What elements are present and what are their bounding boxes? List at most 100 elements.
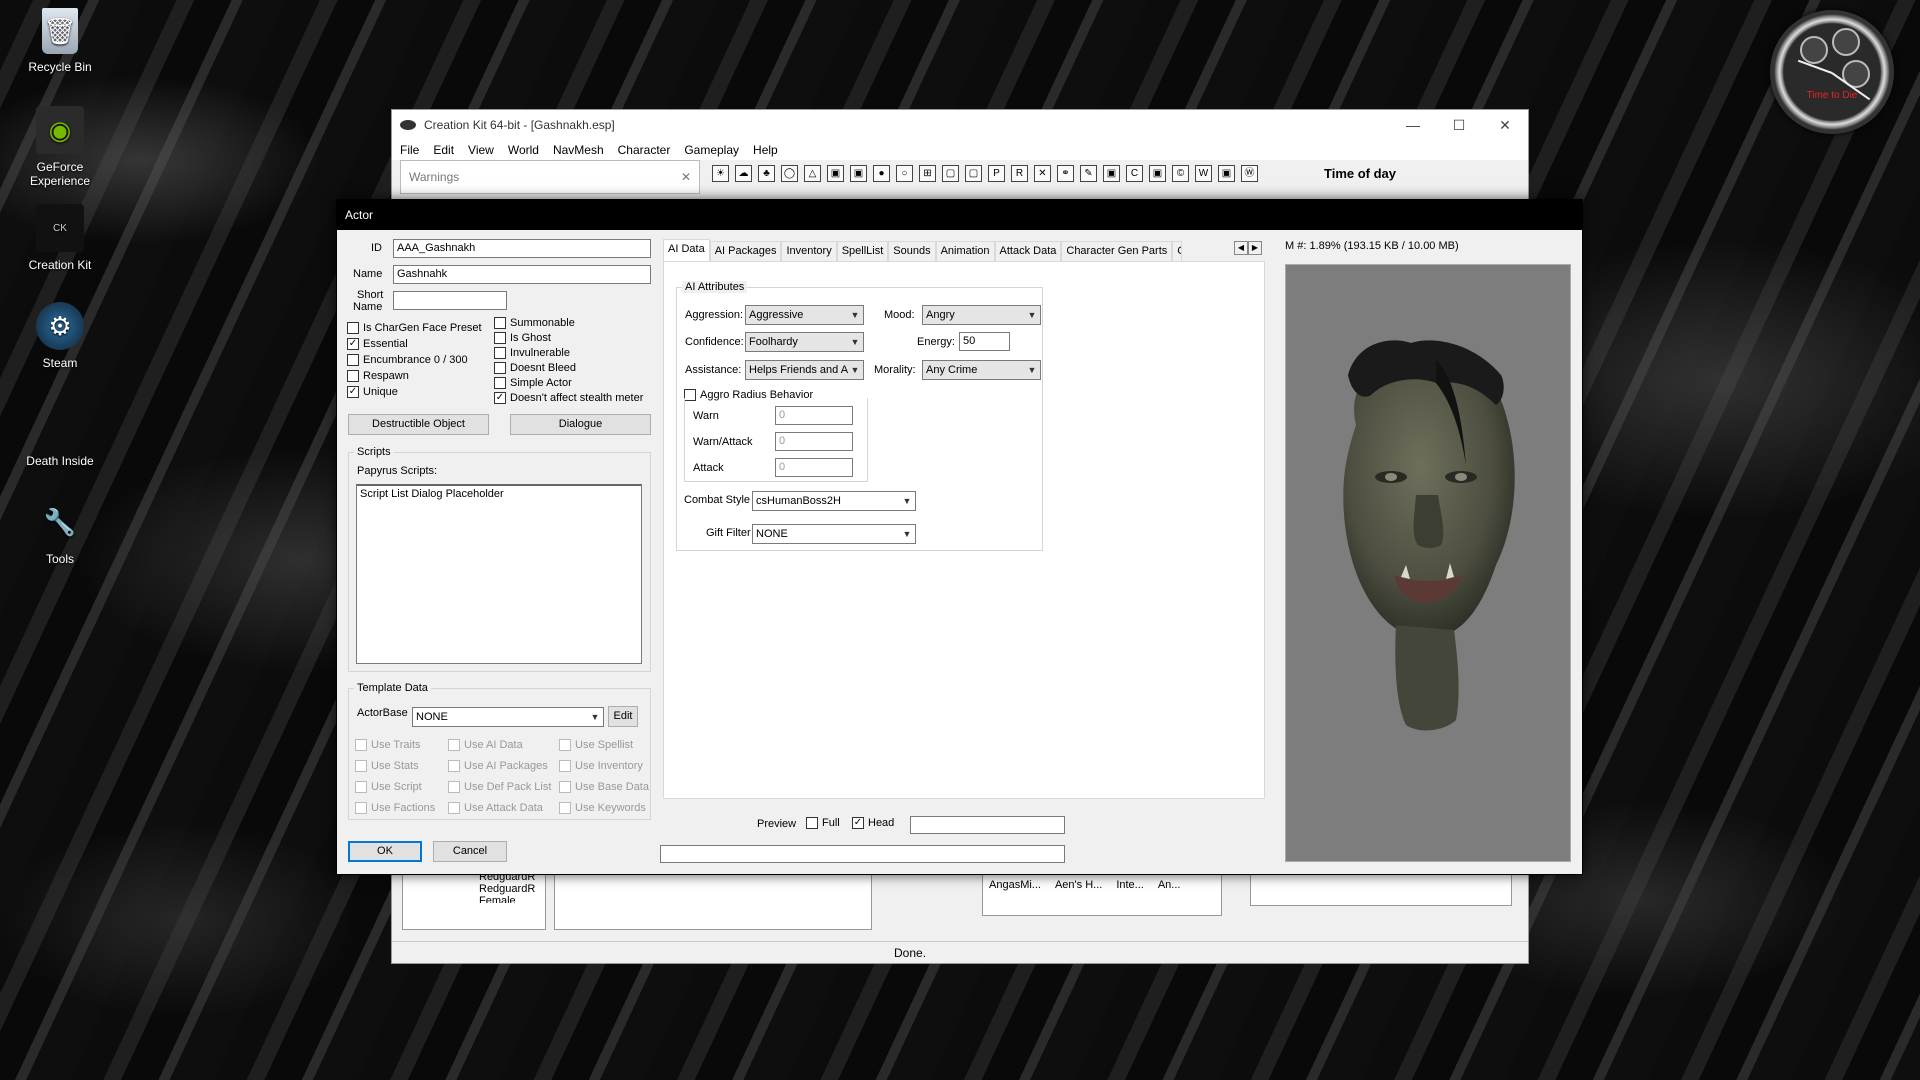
toolbar-c-icon[interactable]: © — [1172, 164, 1189, 182]
toolbar-sky-icon[interactable]: ☁ — [735, 164, 752, 182]
essential-checkbox[interactable]: ✓ Essential — [347, 338, 408, 350]
desktop-icon-geforce[interactable]: ◉ GeForce Experience — [10, 106, 110, 188]
script-list[interactable]: Script List Dialog Placeholder — [356, 484, 642, 664]
desktop-icon-tools[interactable]: 🔧 Tools — [10, 498, 110, 567]
use-inventory-checkbox[interactable]: Use Inventory — [559, 760, 643, 772]
toolbar-x-icon[interactable]: ✕ — [1034, 164, 1051, 182]
name-field[interactable]: Gashnahk — [393, 265, 651, 284]
morality-dropdown[interactable]: Any Crime ▼ — [922, 360, 1041, 380]
is-ghost-checkbox[interactable]: Is Ghost — [494, 332, 551, 344]
preview-slider-track[interactable] — [660, 845, 1065, 863]
list-column-header[interactable]: An... — [1158, 879, 1181, 907]
tab-scroll-right-button[interactable]: ▶ — [1248, 241, 1262, 255]
use-attack-data-checkbox[interactable]: Use Attack Data — [448, 802, 543, 814]
menu-help[interactable]: Help — [753, 143, 778, 157]
toolbar-grid-icon[interactable]: ⊞ — [919, 164, 936, 182]
tab-spelllist[interactable]: SpellList — [836, 241, 889, 261]
stealth-meter-checkbox[interactable]: ✓ Doesn't affect stealth meter — [494, 392, 643, 404]
tab-animation[interactable]: Animation — [935, 241, 995, 261]
toolbar-brush-icon[interactable]: ✎ — [1080, 164, 1097, 182]
render-list[interactable] — [1250, 870, 1512, 906]
invulnerable-checkbox[interactable]: Invulnerable — [494, 347, 570, 359]
toolbar-light-icon[interactable]: ☀ — [712, 164, 729, 182]
toolbar-box-icon[interactable]: ▢ — [942, 164, 959, 182]
menu-gameplay[interactable]: Gameplay — [684, 143, 739, 157]
edit-button[interactable]: Edit — [608, 706, 638, 727]
energy-field[interactable]: 50 — [959, 332, 1010, 351]
id-field[interactable]: AAA_Gashnakh — [393, 239, 651, 258]
toolbar-box-icon[interactable]: ▢ — [965, 164, 982, 182]
warn-field[interactable]: 0 — [775, 406, 853, 425]
desktop-icon-steam[interactable]: ⚙ Steam — [10, 302, 110, 370]
desktop-icon-creation-kit[interactable]: CK Creation Kit — [10, 204, 110, 272]
use-ai-data-checkbox[interactable]: Use AI Data — [448, 739, 523, 751]
toolbar-cube-icon[interactable]: ▣ — [827, 164, 844, 182]
use-base-data-checkbox[interactable]: Use Base Data — [559, 781, 649, 793]
close-icon[interactable]: ✕ — [681, 170, 691, 184]
use-spellist-checkbox[interactable]: Use Spellist — [559, 739, 633, 751]
face-preview-viewport[interactable] — [1285, 264, 1571, 862]
menu-file[interactable]: File — [400, 143, 419, 157]
desktop-icon-death-inside[interactable]: Death Inside — [10, 400, 110, 468]
toolbar-r-icon[interactable]: R — [1011, 164, 1028, 182]
list-column-header[interactable]: AngasMi... — [989, 879, 1041, 907]
toolbar-cube-icon[interactable]: ▣ — [1149, 164, 1166, 182]
tab-scroll-left-button[interactable]: ◀ — [1234, 241, 1248, 255]
minimize-button[interactable]: — — [1390, 117, 1436, 134]
list-column-header[interactable]: Inte... — [1116, 879, 1144, 907]
respawn-checkbox[interactable]: Respawn — [347, 370, 409, 382]
toolbar-grass-icon[interactable]: ♣ — [758, 164, 775, 182]
dialogue-button[interactable]: Dialogue — [510, 414, 651, 435]
tab-character-gen-parts[interactable]: Character Gen Parts — [1061, 241, 1173, 261]
toolbar-marker-icon[interactable]: △ — [804, 164, 821, 182]
toolbar-chat-icon[interactable]: ◯ — [781, 164, 798, 182]
toolbar-link-icon[interactable]: ⚭ — [1057, 164, 1074, 182]
warn-attack-field[interactable]: 0 — [775, 432, 853, 451]
attack-field[interactable]: 0 — [775, 458, 853, 477]
summonable-checkbox[interactable]: Summonable — [494, 317, 575, 329]
tab-sounds[interactable]: Sounds — [888, 241, 936, 261]
actor-dialog[interactable]: Actor ID AAA_Gashnakh Name Gashnahk Shor… — [336, 199, 1583, 875]
aggression-dropdown[interactable]: Aggressive ▼ — [745, 305, 864, 325]
assistance-dropdown[interactable]: Helps Friends and A ▼ — [745, 360, 864, 380]
gift-filter-dropdown[interactable]: NONE ▼ — [752, 524, 916, 544]
preview-head-checkbox[interactable]: ✓ Head — [852, 817, 894, 829]
list-column-header[interactable]: Aen's H... — [1055, 879, 1102, 907]
use-factions-checkbox[interactable]: Use Factions — [355, 802, 435, 814]
use-script-checkbox[interactable]: Use Script — [355, 781, 422, 793]
destructible-object-button[interactable]: Destructible Object — [348, 414, 489, 435]
tab-attack-data[interactable]: Attack Data — [994, 241, 1062, 261]
mood-dropdown[interactable]: Angry ▼ — [922, 305, 1041, 325]
use-def-pack-list-checkbox[interactable]: Use Def Pack List — [448, 781, 551, 793]
maximize-button[interactable]: ☐ — [1436, 117, 1482, 134]
encumbrance-checkbox[interactable]: Encumbrance 0 / 300 — [347, 354, 468, 366]
warnings-window[interactable]: Warnings ✕ — [400, 160, 700, 194]
tree-item[interactable]: RedguardR — [479, 883, 545, 895]
toolbar-w-icon[interactable]: W — [1195, 164, 1212, 182]
toolbar-c-icon[interactable]: C — [1126, 164, 1143, 182]
desktop-icon-recycle-bin[interactable]: 🗑 Recycle Bin — [10, 8, 110, 74]
toolbar-o-icon[interactable]: ○ — [896, 164, 913, 182]
close-button[interactable]: ✕ — [1482, 117, 1528, 134]
menu-world[interactable]: World — [508, 143, 539, 157]
toolbar-cube-icon[interactable]: ▣ — [850, 164, 867, 182]
menu-character[interactable]: Character — [618, 143, 671, 157]
menu-edit[interactable]: Edit — [433, 143, 454, 157]
preview-full-checkbox[interactable]: Full — [806, 817, 840, 829]
window-titlebar[interactable]: Creation Kit 64-bit - [Gashnakh.esp] — ☐… — [392, 110, 1528, 140]
use-stats-checkbox[interactable]: Use Stats — [355, 760, 419, 772]
tab-ai-data[interactable]: AI Data — [663, 239, 710, 261]
tree-item[interactable]: Female — [479, 895, 545, 903]
use-keywords-checkbox[interactable]: Use Keywords — [559, 802, 646, 814]
cell-list[interactable]: AngasMi... Aen's H... Inte... An... — [982, 870, 1222, 916]
menu-navmesh[interactable]: NavMesh — [553, 143, 604, 157]
short-name-field[interactable] — [393, 291, 507, 310]
toolbar-circle-icon[interactable]: ● — [873, 164, 890, 182]
simple-actor-checkbox[interactable]: Simple Actor — [494, 377, 572, 389]
tab-inventory[interactable]: Inventory — [781, 241, 837, 261]
confidence-dropdown[interactable]: Foolhardy ▼ — [745, 332, 864, 352]
toolbar-cube-icon[interactable]: ▣ — [1103, 164, 1120, 182]
object-tree[interactable]: RedguardR RedguardR Female — [402, 870, 546, 930]
actorbase-dropdown[interactable]: NONE ▼ — [412, 707, 604, 727]
object-list[interactable] — [554, 870, 872, 930]
